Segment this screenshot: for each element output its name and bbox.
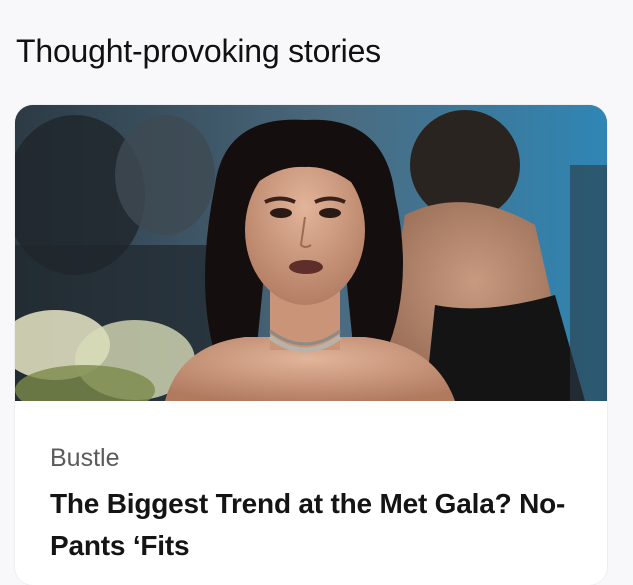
story-source: Bustle: [50, 444, 120, 472]
story-card[interactable]: Bustle The Biggest Trend at the Met Gala…: [15, 105, 607, 585]
story-headline[interactable]: The Biggest Trend at the Met Gala? No-Pa…: [50, 483, 590, 567]
story-image[interactable]: [15, 105, 607, 401]
section-title: Thought-provoking stories: [16, 33, 381, 69]
